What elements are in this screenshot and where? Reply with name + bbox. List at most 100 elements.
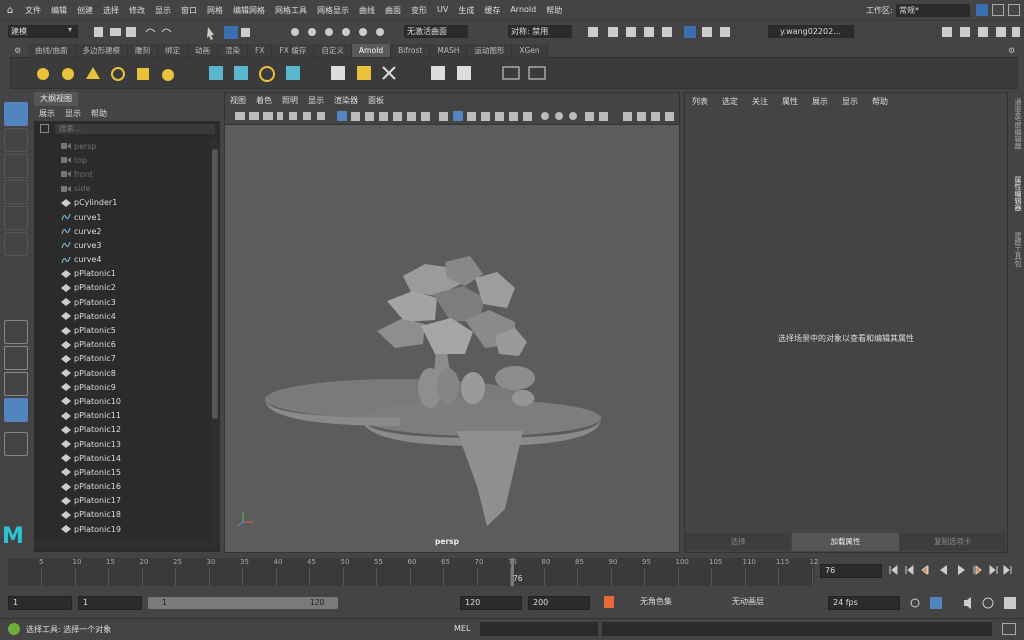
outliner-item[interactable]: curve2	[34, 224, 210, 238]
scale-tool-icon[interactable]	[4, 232, 28, 256]
playback-start-field[interactable]: 1	[78, 596, 142, 610]
attribute-editor-menu-item[interactable]: 关注	[745, 96, 775, 107]
viewport-toolbar[interactable]	[225, 108, 679, 125]
outliner-item[interactable]: pPlatonic6	[34, 338, 210, 352]
menu-item[interactable]: 网格显示	[312, 5, 354, 16]
menu-item[interactable]: 网格	[202, 5, 228, 16]
shelf-options-icon[interactable]: ⚙	[1008, 46, 1015, 55]
menu-item[interactable]: 编辑	[46, 5, 72, 16]
shelf-tab[interactable]: 绑定	[158, 44, 189, 57]
workspace-icons[interactable]	[938, 24, 1022, 40]
attribute-editor-menu-item[interactable]: 列表	[685, 96, 715, 107]
single-perspective-layout-icon[interactable]	[4, 320, 28, 344]
time-slider[interactable]: 5101520253035404550556065707580859095100…	[8, 558, 818, 586]
scene-render[interactable]	[225, 126, 679, 536]
menu-item[interactable]: 缓存	[479, 5, 505, 16]
outliner-item[interactable]: pPlatonic1	[34, 267, 210, 281]
viewport-menu-item[interactable]: 着色	[251, 95, 277, 106]
outliner-filter-icon[interactable]	[40, 124, 49, 133]
menu-item[interactable]: 文件	[20, 5, 46, 16]
outliner-vertical-scrollbar[interactable]	[211, 139, 219, 549]
shelf-settings-icon[interactable]: ⚙	[14, 46, 21, 55]
outliner-item[interactable]: pPlatonic11	[34, 409, 210, 423]
outliner-item[interactable]: pPlatonic18	[34, 508, 210, 522]
four-view-layout-icon[interactable]	[4, 346, 28, 370]
mel-label[interactable]: MEL	[454, 624, 470, 633]
tab-modeling-toolkit[interactable]: 建模工具包	[1013, 232, 1022, 267]
menu-item[interactable]: 修改	[124, 5, 150, 16]
outliner-item[interactable]: pPlatonic8	[34, 366, 210, 380]
shelf-tab[interactable]: 运动图形	[467, 44, 513, 57]
shelf-tab[interactable]: 自定义	[314, 44, 352, 57]
paint-select-tool-icon[interactable]	[4, 154, 28, 178]
range-bar-icons[interactable]	[908, 596, 1024, 610]
outliner-menu-item[interactable]: 展示	[34, 108, 60, 119]
menu-item[interactable]: 窗口	[176, 5, 202, 16]
layout-toggle-icon[interactable]	[992, 4, 1004, 16]
toolbar-icons-left[interactable]	[90, 24, 390, 40]
shelf-tool-icons[interactable]	[31, 59, 591, 89]
attribute-editor-menu-item[interactable]: 帮助	[865, 96, 895, 107]
panel-toggle-icon[interactable]	[1008, 4, 1020, 16]
outliner-item[interactable]: pPlatonic9	[34, 380, 210, 394]
menu-item[interactable]: 变形	[406, 5, 432, 16]
outliner-item[interactable]: persp	[34, 139, 210, 153]
viewport-menu-item[interactable]: 显示	[303, 95, 329, 106]
outliner-item[interactable]: pPlatonic3	[34, 295, 210, 309]
menu-item[interactable]: 生成	[453, 5, 479, 16]
outliner-item[interactable]: curve3	[34, 238, 210, 252]
range-slider[interactable]: 1 120	[148, 597, 338, 609]
render-icons[interactable]	[580, 24, 760, 40]
lasso-tool-icon[interactable]	[4, 128, 28, 152]
playback-controls[interactable]	[886, 563, 1020, 577]
viewport-menu-item[interactable]: 视图	[225, 95, 251, 106]
playback-end-field[interactable]: 120	[460, 596, 522, 610]
shelf-tab[interactable]: MASH	[430, 44, 468, 57]
viewport-tool-icons[interactable]	[225, 108, 679, 124]
menu-item[interactable]: 网格工具	[270, 5, 312, 16]
outliner-horizontal-scrollbar[interactable]	[34, 540, 210, 548]
menu-item[interactable]: 帮助	[541, 5, 567, 16]
rotate-tool-icon[interactable]	[4, 206, 28, 230]
outliner-item[interactable]: front	[34, 167, 210, 181]
outliner-item[interactable]: pPlatonic7	[34, 352, 210, 366]
persp-graph-layout-icon[interactable]	[4, 398, 28, 422]
character-set-dropdown[interactable]: 无角色集	[636, 596, 720, 610]
outliner-item[interactable]: pPlatonic19	[34, 522, 210, 536]
shelf-tab[interactable]: FX 缓存	[272, 44, 315, 57]
outliner-item[interactable]: pPlatonic13	[34, 437, 210, 451]
select-button[interactable]: 选择	[685, 533, 792, 551]
outliner-item[interactable]: side	[34, 182, 210, 196]
animation-start-field[interactable]: 1	[8, 596, 72, 610]
menu-item[interactable]: 显示	[150, 5, 176, 16]
menu-item[interactable]: 曲线	[354, 5, 380, 16]
menu-item[interactable]: UV	[432, 5, 453, 16]
workspace-dropdown[interactable]: 常规*	[896, 3, 970, 17]
outliner-item[interactable]: pPlatonic16	[34, 480, 210, 494]
user-account-dropdown[interactable]: y.wang02202...	[768, 25, 854, 38]
home-icon[interactable]: ⌂	[0, 5, 20, 16]
outliner-item[interactable]: curve1	[34, 210, 210, 224]
menu-item[interactable]: 选择	[98, 5, 124, 16]
viewport-menu-item[interactable]: 照明	[277, 95, 303, 106]
outliner-item[interactable]: pPlatonic2	[34, 281, 210, 295]
outliner-item[interactable]: pPlatonic17	[34, 494, 210, 508]
viewport-menu-item[interactable]: 渲染器	[329, 95, 363, 106]
outliner-menu-item[interactable]: 帮助	[86, 108, 112, 119]
outliner-item[interactable]: pPlatonic14	[34, 451, 210, 465]
shelf-tab[interactable]: 动画	[188, 44, 219, 57]
current-frame-field[interactable]: 76	[820, 564, 882, 578]
outliner-menu-item[interactable]: 显示	[60, 108, 86, 119]
load-attributes-button[interactable]: 加载属性	[792, 533, 899, 551]
menu-item[interactable]: 创建	[72, 5, 98, 16]
outliner-item[interactable]: pCylinder1	[34, 196, 210, 210]
select-tool-icon[interactable]	[4, 102, 28, 126]
outliner-item[interactable]: pPlatonic12	[34, 423, 210, 437]
command-line-input[interactable]	[480, 622, 598, 636]
outliner-item[interactable]: pPlatonic10	[34, 394, 210, 408]
layout-icon[interactable]	[976, 4, 988, 16]
shelf-tab[interactable]: FX	[248, 44, 273, 57]
viewport-menu-item[interactable]: 面板	[363, 95, 389, 106]
shelf-tab[interactable]: 多边形建模	[75, 44, 129, 57]
tab-attribute-editor[interactable]: 属性编辑器	[1013, 176, 1022, 211]
